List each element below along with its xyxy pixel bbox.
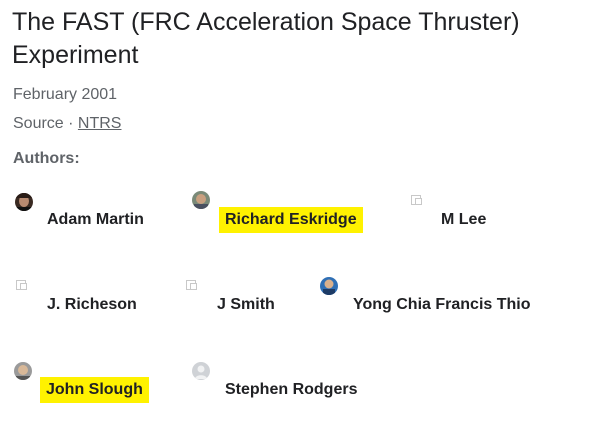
broken-image-icon bbox=[185, 278, 199, 292]
source-link[interactable]: NTRS bbox=[78, 115, 122, 132]
avatar bbox=[192, 191, 210, 209]
avatar bbox=[320, 277, 338, 295]
author-name[interactable]: Richard Eskridge bbox=[219, 207, 363, 233]
author-name[interactable]: John Slough bbox=[40, 377, 149, 403]
broken-image-icon bbox=[15, 278, 29, 292]
author-name[interactable]: Adam Martin bbox=[41, 207, 150, 233]
publication-date: February 2001 bbox=[13, 86, 118, 103]
source-prefix: Source · bbox=[13, 115, 78, 132]
author-name[interactable]: Yong Chia Francis Thio bbox=[347, 292, 537, 318]
authors-heading: Authors: bbox=[13, 150, 80, 167]
broken-image-icon bbox=[410, 193, 424, 207]
page: The FAST (FRC Acceleration Space Thruste… bbox=[0, 0, 596, 430]
default-person-icon bbox=[192, 362, 210, 380]
author-name[interactable]: M Lee bbox=[435, 207, 492, 233]
author-name[interactable]: Stephen Rodgers bbox=[219, 377, 363, 403]
source-line: Source · NTRS bbox=[13, 115, 121, 133]
avatar bbox=[14, 362, 32, 380]
author-name[interactable]: J Smith bbox=[211, 292, 281, 318]
avatar bbox=[15, 193, 33, 211]
author-name[interactable]: J. Richeson bbox=[41, 292, 143, 318]
page-title: The FAST (FRC Acceleration Space Thruste… bbox=[12, 8, 520, 69]
